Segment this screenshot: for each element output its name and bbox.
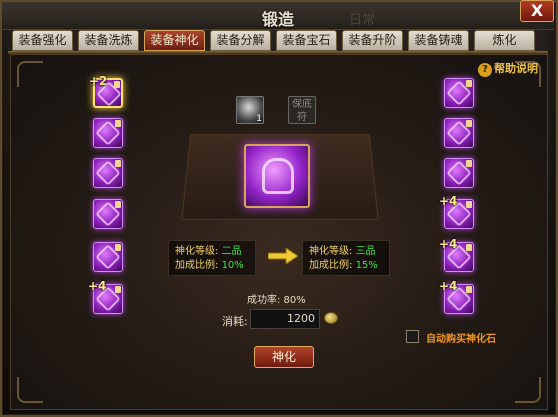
lock-icon (466, 80, 472, 87)
cost-value: 1200 (250, 309, 320, 329)
lock-icon (466, 201, 472, 208)
cost-label: 消耗: (222, 315, 248, 328)
equip-slot-belt[interactable] (93, 118, 123, 148)
lock-icon (466, 160, 472, 167)
enhance-level: +2 (89, 74, 108, 88)
current-stats: 神化等级: 二品 加成比例: 10% (168, 240, 256, 276)
tab-equip-gems[interactable]: 装备宝石 (276, 30, 337, 51)
tab-equip-soul[interactable]: 装备铸魂 (408, 30, 469, 51)
enhance-level: +4 (88, 279, 107, 293)
next-ratio-value: 15% (355, 260, 378, 271)
tab-equip-refine[interactable]: 装备洗炼 (78, 30, 139, 51)
enhance-level: +4 (439, 237, 458, 251)
next-ratio-key: 加成比例: (309, 260, 353, 271)
tab-equip-deify[interactable]: 装备神化 (144, 30, 205, 51)
tab-equip-decompose[interactable]: 装备分解 (210, 30, 271, 51)
equip-slot-armor[interactable]: +2 (89, 74, 123, 108)
auto-buy-label[interactable]: 自动购买神化石 (426, 330, 496, 345)
lock-icon (115, 160, 121, 167)
window-title: 锻造 (261, 10, 294, 29)
next-level-value: 三品 (355, 246, 376, 257)
target-equipment-slot[interactable] (244, 144, 310, 208)
help-icon: ? (478, 63, 492, 77)
lock-icon (466, 120, 472, 127)
equip-slot-bracer[interactable] (93, 199, 123, 229)
charm-label: 保底 符 (292, 99, 312, 123)
next-stats: 神化等级: 三品 加成比例: 15% (302, 240, 390, 276)
tab-equip-upgrade[interactable]: 装备升阶 (342, 30, 403, 51)
enhance-level: +4 (439, 279, 458, 293)
close-button[interactable]: X (520, 0, 554, 22)
deify-stone-slot[interactable]: 1 (236, 96, 264, 124)
auto-buy-checkbox[interactable] (406, 330, 419, 343)
lock-icon (466, 244, 472, 251)
arrow-right-icon (268, 248, 298, 264)
current-ratio-value: 10% (221, 260, 244, 271)
equip-slot-axe[interactable]: +4 (439, 237, 474, 272)
current-ratio-key: 加成比例: (175, 260, 219, 271)
equip-slot-necklace[interactable] (444, 118, 474, 148)
corner-ornament (17, 377, 43, 403)
lock-icon (466, 286, 472, 293)
lock-icon (115, 244, 121, 251)
protection-charm-slot[interactable]: 保底 符 (288, 96, 316, 124)
lock-icon (114, 81, 120, 88)
help-label: 帮助说明 (494, 62, 538, 75)
stone-count: 1 (256, 114, 262, 124)
deify-button[interactable]: 神化 (254, 346, 314, 368)
lock-icon (115, 286, 121, 293)
title-bar: 锻造 日常 (2, 2, 554, 30)
equip-slot-gloves[interactable] (93, 242, 123, 272)
help-link[interactable]: ? 帮助说明 (478, 60, 538, 77)
next-level-key: 神化等级: (309, 246, 353, 257)
corner-ornament (515, 377, 541, 403)
lock-icon (115, 201, 121, 208)
equip-slot-spear[interactable]: +4 (439, 194, 474, 229)
current-level-value: 二品 (221, 246, 242, 257)
current-level-key: 神化等级: (175, 246, 219, 257)
tab-equip-enhance[interactable]: 装备强化 (12, 30, 73, 51)
equip-slot-ring[interactable]: +4 (88, 279, 123, 314)
equip-slot-cape[interactable] (444, 158, 474, 188)
equip-slot-staff[interactable]: +4 (439, 279, 474, 314)
success-rate: 成功率: 80% (247, 295, 306, 306)
corner-ornament (17, 61, 43, 87)
helmet-icon (262, 158, 294, 194)
tab-smelt[interactable]: 炼化 (474, 30, 535, 51)
equip-slot-sword[interactable] (444, 78, 474, 108)
background-label: 日常 (349, 13, 376, 28)
equip-slot-boots[interactable] (93, 158, 123, 188)
coin-icon (324, 312, 338, 324)
enhance-level: +4 (439, 194, 458, 208)
lock-icon (115, 120, 121, 127)
